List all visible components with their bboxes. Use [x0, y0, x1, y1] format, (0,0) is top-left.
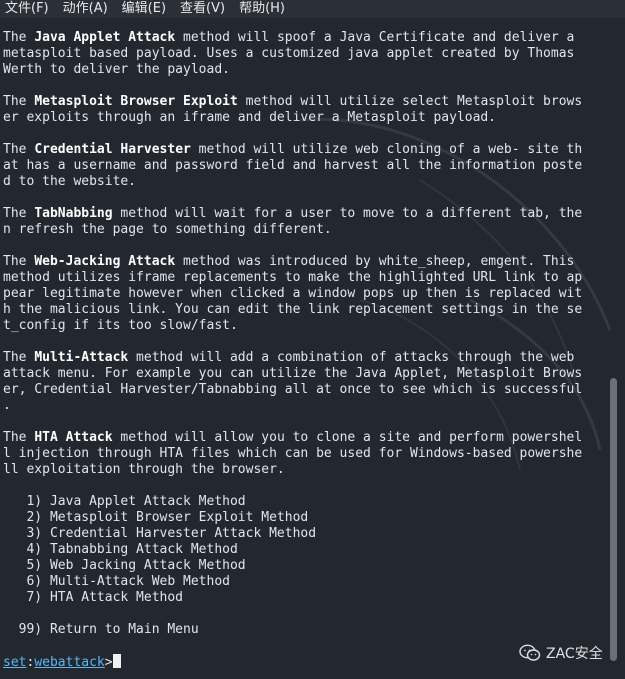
line-text: attack menu. For example you can utilize… — [3, 366, 583, 381]
line-text: Werth to deliver the payload. — [3, 62, 230, 77]
prompt-set: set — [3, 655, 27, 670]
wechat-icon — [519, 644, 541, 661]
line-text: er exploits through an iframe and delive… — [3, 110, 497, 125]
line-text: method will spoof a Java Certificate and… — [175, 30, 575, 45]
description-line: The HTA Attack method will allow you to … — [3, 430, 603, 446]
line-text: The — [3, 94, 35, 109]
menu-bar: 文件(F) 动作(A) 编辑(E) 查看(V) 帮助(H) — [0, 0, 625, 18]
line-text: The — [3, 254, 35, 269]
line-text: method will add a combination of attacks… — [128, 350, 575, 365]
line-text: The — [3, 350, 35, 365]
description-line: attack menu. For example you can utilize… — [3, 366, 603, 382]
menu-item-view[interactable]: 查看(V) — [174, 0, 233, 18]
prompt-gt: > — [104, 655, 113, 670]
description-line: method utilizes iframe replacements to m… — [3, 270, 603, 286]
description-line: The Metasploit Browser Exploit method wi… — [3, 94, 603, 110]
menu-item-help[interactable]: 帮助(H) — [233, 0, 293, 18]
line-text: The — [3, 430, 35, 445]
line-text: l injection through HTA files which can … — [3, 446, 583, 461]
watermark-text: ZAC安全 — [546, 646, 603, 662]
description-line: t_config if its too slow/fast. — [3, 318, 603, 334]
attack-method-name: Metasploit Browser Exploit — [34, 94, 238, 109]
menu-item-action[interactable]: 动作(A) — [57, 0, 116, 18]
attack-method-name: Credential Harvester — [34, 142, 191, 157]
line-text: method will wait for a user to move to a… — [112, 206, 583, 221]
line-text: method will utilize web cloning of a web… — [190, 142, 583, 157]
description-line: The Java Applet Attack method will spoof… — [3, 30, 603, 46]
description-line: at has a username and password field and… — [3, 158, 603, 174]
line-text: method will allow you to clone a site an… — [112, 430, 583, 445]
description-line: The Credential Harvester method will uti… — [3, 142, 603, 158]
menu-item-edit[interactable]: 编辑(E) — [116, 0, 174, 18]
prompt-module: webattack — [34, 655, 105, 670]
description-line: Werth to deliver the payload. — [3, 62, 603, 78]
line-text: h the malicious link. You can edit the l… — [3, 302, 583, 317]
menu-option: 6) Multi-Attack Web Method — [3, 574, 230, 589]
description-line: pear legitimate however when clicked a w… — [3, 286, 603, 302]
description-line: . — [3, 398, 603, 414]
menu-option: 5) Web Jacking Attack Method — [3, 558, 246, 573]
scrollbar-thumb[interactable] — [610, 378, 617, 661]
description-line: The TabNabbing method will wait for a us… — [3, 206, 603, 222]
line-text: t_config if its too slow/fast. — [3, 318, 238, 333]
description-line: ll exploitation through the browser. — [3, 462, 603, 478]
terminal-output[interactable]: The Java Applet Attack method will spoof… — [3, 30, 603, 670]
description-line: n refresh the page to something differen… — [3, 222, 603, 238]
attack-method-name: HTA Attack — [34, 430, 113, 445]
line-text: The — [3, 30, 35, 45]
command-prompt[interactable]: set:webattack> — [3, 654, 603, 670]
menu-option-return: 99) Return to Main Menu — [3, 622, 199, 637]
line-text: The — [3, 206, 35, 221]
description-line: er exploits through an iframe and delive… — [3, 110, 603, 126]
line-text: method will utilize select Metasploit br… — [237, 94, 583, 109]
description-line: The Multi-Attack method will add a combi… — [3, 350, 603, 366]
attack-method-name: Multi-Attack — [34, 350, 129, 365]
menu-item-file[interactable]: 文件(F) — [0, 0, 57, 18]
menu-option: 4) Tabnabbing Attack Method — [3, 542, 238, 557]
line-text: er, Credential Harvester/Tabnabbing all … — [3, 382, 583, 397]
line-text: d to the website. — [3, 174, 137, 189]
text-cursor — [112, 654, 121, 668]
attack-method-name: Web-Jacking Attack — [34, 254, 176, 269]
line-text: n refresh the page to something differen… — [3, 222, 332, 237]
menu-option: 7) HTA Attack Method — [3, 590, 184, 605]
menu-option: 2) Metasploit Browser Exploit Method — [3, 510, 309, 525]
description-line: metasploit based payload. Uses a customi… — [3, 46, 603, 62]
line-text: method was introduced by white_sheep, em… — [175, 254, 575, 269]
line-text: ll exploitation through the browser. — [3, 462, 285, 477]
description-line: er, Credential Harvester/Tabnabbing all … — [3, 382, 603, 398]
line-text: method utilizes iframe replacements to m… — [3, 270, 583, 285]
attack-method-name: TabNabbing — [34, 206, 113, 221]
line-text: pear legitimate however when clicked a w… — [3, 286, 583, 301]
description-line: l injection through HTA files which can … — [3, 446, 603, 462]
description-line: d to the website. — [3, 174, 603, 190]
line-text: at has a username and password field and… — [3, 158, 583, 173]
description-line: The Web-Jacking Attack method was introd… — [3, 254, 603, 270]
vertical-scrollbar[interactable] — [610, 20, 618, 661]
line-text: . — [3, 398, 11, 413]
attack-method-name: Java Applet Attack — [34, 30, 176, 45]
line-text: The — [3, 142, 35, 157]
menu-option: 3) Credential Harvester Attack Method — [3, 526, 317, 541]
menu-option: 1) Java Applet Attack Method — [3, 494, 246, 509]
description-line: h the malicious link. You can edit the l… — [3, 302, 603, 318]
line-text: metasploit based payload. Uses a customi… — [3, 46, 575, 61]
watermark: ZAC安全 — [519, 643, 603, 663]
